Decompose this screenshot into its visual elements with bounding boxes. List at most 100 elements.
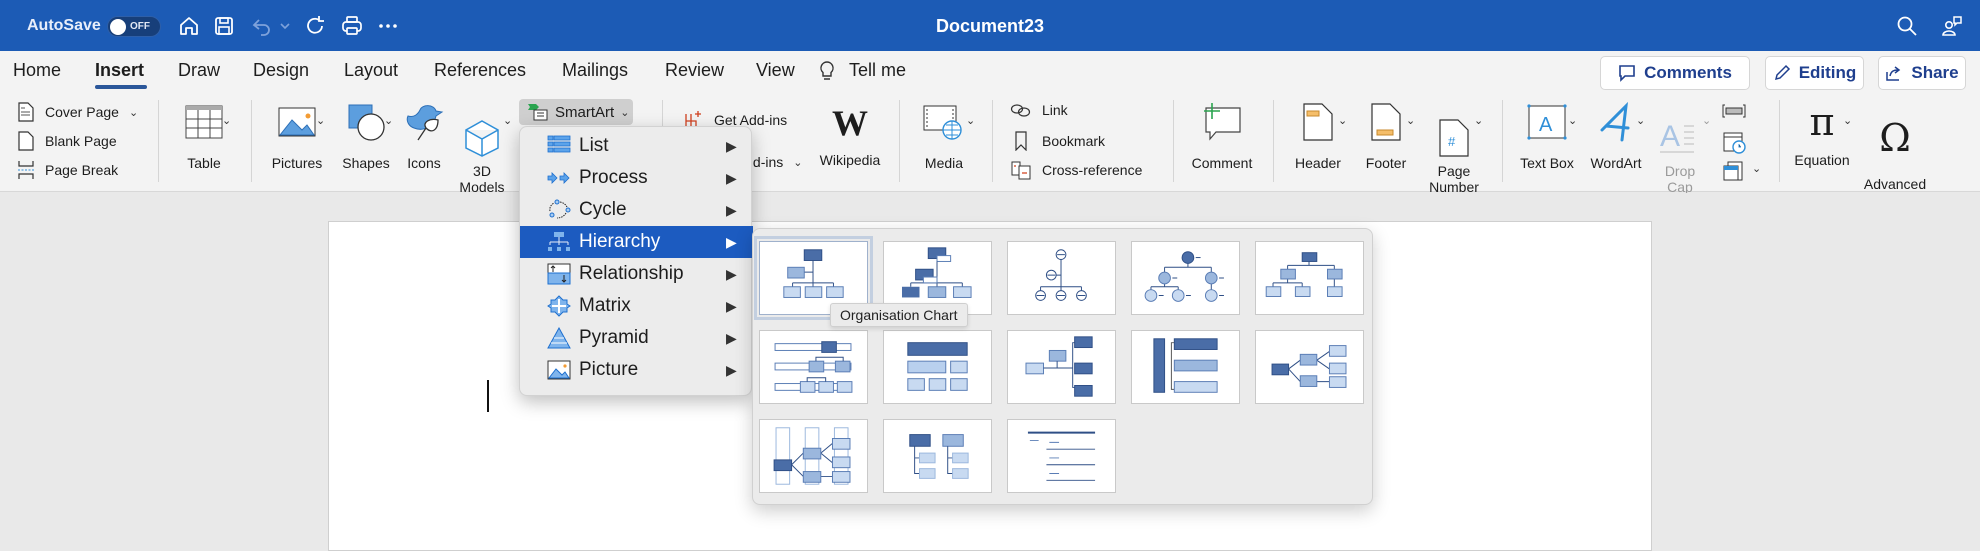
tab-insert[interactable]: Insert bbox=[95, 60, 144, 81]
link-button[interactable]: Link bbox=[1010, 102, 1068, 118]
submenu-arrow-icon: ▶ bbox=[726, 234, 737, 250]
layout-hierarchy-list[interactable] bbox=[883, 419, 992, 493]
hierarchy-layout-gallery bbox=[752, 228, 1373, 505]
tab-home[interactable]: Home bbox=[13, 60, 61, 81]
layout-hierarchy[interactable] bbox=[1255, 241, 1364, 315]
submenu-arrow-icon: ▶ bbox=[726, 298, 737, 314]
share-button[interactable]: Share bbox=[1878, 56, 1966, 90]
shapes-button[interactable]: Shapes bbox=[334, 102, 398, 171]
chevron-down-icon[interactable]: ⌄ bbox=[1843, 114, 1852, 127]
submenu-arrow-icon: ▶ bbox=[726, 170, 737, 186]
3d-models-label: 3D Models bbox=[459, 163, 505, 195]
object-icon[interactable] bbox=[1722, 160, 1746, 184]
media-icon bbox=[923, 105, 962, 140]
chevron-down-icon[interactable]: ⌄ bbox=[1406, 114, 1415, 127]
pictures-icon bbox=[278, 107, 316, 137]
undo-dropdown-icon[interactable] bbox=[278, 14, 292, 38]
menu-item-label: Pyramid bbox=[579, 327, 649, 348]
layout-horizontal-hierarchy[interactable] bbox=[1255, 330, 1364, 404]
labelled-hierarchy-thumbnail bbox=[774, 341, 853, 393]
hierarchy-list-thumbnail bbox=[909, 434, 969, 479]
autosave-toggle[interactable]: OFF bbox=[107, 16, 161, 37]
layout-architecture[interactable] bbox=[1131, 330, 1240, 404]
chevron-down-icon[interactable]: ⌄ bbox=[1474, 114, 1483, 127]
icons-button[interactable]: Icons bbox=[402, 102, 446, 171]
menu-item-process[interactable]: Process ▶ bbox=[520, 162, 753, 194]
menu-item-label: Matrix bbox=[579, 295, 631, 316]
chevron-down-icon[interactable]: ⌄ bbox=[1338, 114, 1347, 127]
cross-reference-button[interactable]: Cross-reference bbox=[1010, 160, 1142, 180]
circle-picture-thumbnail bbox=[1144, 251, 1224, 302]
tab-review[interactable]: Review bbox=[665, 60, 724, 81]
collaborate-icon[interactable] bbox=[1940, 14, 1964, 38]
menu-item-cycle[interactable]: Cycle ▶ bbox=[520, 194, 753, 226]
layout-labelled-hierarchy[interactable] bbox=[759, 330, 868, 404]
layout-horizontal-org-chart[interactable] bbox=[1007, 330, 1116, 404]
table-button[interactable]: Table bbox=[172, 102, 236, 171]
chevron-down-icon[interactable]: ⌄ bbox=[503, 114, 512, 127]
ribbon-tab-bar: Home Insert Draw Design Layout Reference… bbox=[0, 51, 1980, 94]
tab-layout[interactable]: Layout bbox=[344, 60, 398, 81]
print-icon[interactable] bbox=[340, 14, 364, 38]
menu-item-matrix[interactable]: Matrix ▶ bbox=[520, 290, 753, 322]
comments-button[interactable]: Comments bbox=[1600, 56, 1750, 90]
bookmark-button[interactable]: Bookmark bbox=[1010, 131, 1105, 151]
chevron-down-icon[interactable]: ⌄ bbox=[1636, 114, 1645, 127]
text-box-button[interactable]: A Text Box bbox=[1512, 102, 1582, 171]
media-button[interactable]: Media bbox=[912, 102, 976, 171]
blank-page-button[interactable]: Blank Page bbox=[17, 131, 117, 151]
undo-icon[interactable] bbox=[250, 14, 274, 38]
wikipedia-button[interactable]: W Wikipedia bbox=[810, 104, 890, 168]
more-icon[interactable] bbox=[376, 14, 400, 38]
bookmark-label: Bookmark bbox=[1042, 133, 1106, 149]
menu-item-list[interactable]: List ▶ bbox=[520, 130, 753, 162]
layout-horizontal-multi-level-hierarchy[interactable] bbox=[759, 419, 868, 493]
layout-lined-list[interactable] bbox=[1007, 419, 1116, 493]
insert-comment-button[interactable]: Comment bbox=[1186, 102, 1258, 171]
cover-page-button[interactable]: Cover Page ⌄ bbox=[17, 102, 138, 122]
tab-mailings[interactable]: Mailings bbox=[562, 60, 628, 81]
signature-line-icon[interactable] bbox=[1722, 102, 1746, 120]
tab-design[interactable]: Design bbox=[253, 60, 309, 81]
autosave-state: OFF bbox=[130, 21, 150, 32]
chevron-down-icon[interactable]: ⌄ bbox=[966, 114, 975, 127]
header-button[interactable]: Header bbox=[1286, 102, 1350, 171]
redo-icon[interactable] bbox=[303, 14, 327, 38]
layout-half-circle-org-chart[interactable] bbox=[1007, 241, 1116, 315]
date-time-icon[interactable] bbox=[1722, 130, 1746, 154]
chevron-down-icon[interactable]: ⌄ bbox=[1702, 114, 1711, 127]
menu-item-picture[interactable]: Picture ▶ bbox=[520, 354, 753, 386]
icons-icon bbox=[406, 105, 444, 141]
wordart-button[interactable]: WordArt bbox=[1583, 101, 1649, 171]
chevron-down-icon[interactable]: ⌄ bbox=[384, 114, 393, 127]
chevron-down-icon[interactable]: ⌄ bbox=[1752, 162, 1761, 175]
footer-button[interactable]: Footer bbox=[1354, 102, 1418, 171]
menu-item-hierarchy[interactable]: Hierarchy ▶ bbox=[520, 226, 753, 258]
equation-button[interactable]: π Equation bbox=[1787, 102, 1857, 168]
editing-label: Editing bbox=[1798, 63, 1857, 82]
hierarchy-icon bbox=[548, 232, 570, 251]
page-break-button[interactable]: Page Break bbox=[17, 160, 118, 180]
matrix-icon bbox=[547, 295, 571, 317]
layout-circle-picture-hierarchy[interactable] bbox=[1131, 241, 1240, 315]
tab-view[interactable]: View bbox=[756, 60, 795, 81]
layout-table-hierarchy[interactable] bbox=[883, 330, 992, 404]
save-icon[interactable] bbox=[212, 14, 236, 38]
tab-draw[interactable]: Draw bbox=[178, 60, 220, 81]
autosave-label: AutoSave bbox=[27, 17, 101, 34]
home-icon[interactable] bbox=[177, 14, 201, 38]
menu-item-label: Relationship bbox=[579, 263, 684, 284]
menu-item-pyramid[interactable]: Pyramid ▶ bbox=[520, 322, 753, 354]
menu-item-label: Process bbox=[579, 167, 648, 188]
tab-references[interactable]: References bbox=[434, 60, 526, 81]
tell-me-search[interactable]: Tell me bbox=[849, 60, 906, 81]
search-icon[interactable] bbox=[1895, 14, 1919, 38]
editing-mode-button[interactable]: Editing bbox=[1765, 56, 1864, 90]
pictures-button[interactable]: Pictures bbox=[265, 102, 329, 171]
smartart-button[interactable]: SmartArt ⌄ bbox=[519, 99, 633, 125]
chevron-down-icon[interactable]: ⌄ bbox=[222, 114, 231, 127]
chevron-down-icon[interactable]: ⌄ bbox=[316, 114, 325, 127]
menu-item-relationship[interactable]: Relationship ▶ bbox=[520, 258, 753, 290]
submenu-arrow-icon: ▶ bbox=[726, 138, 737, 154]
chevron-down-icon[interactable]: ⌄ bbox=[1568, 114, 1577, 127]
